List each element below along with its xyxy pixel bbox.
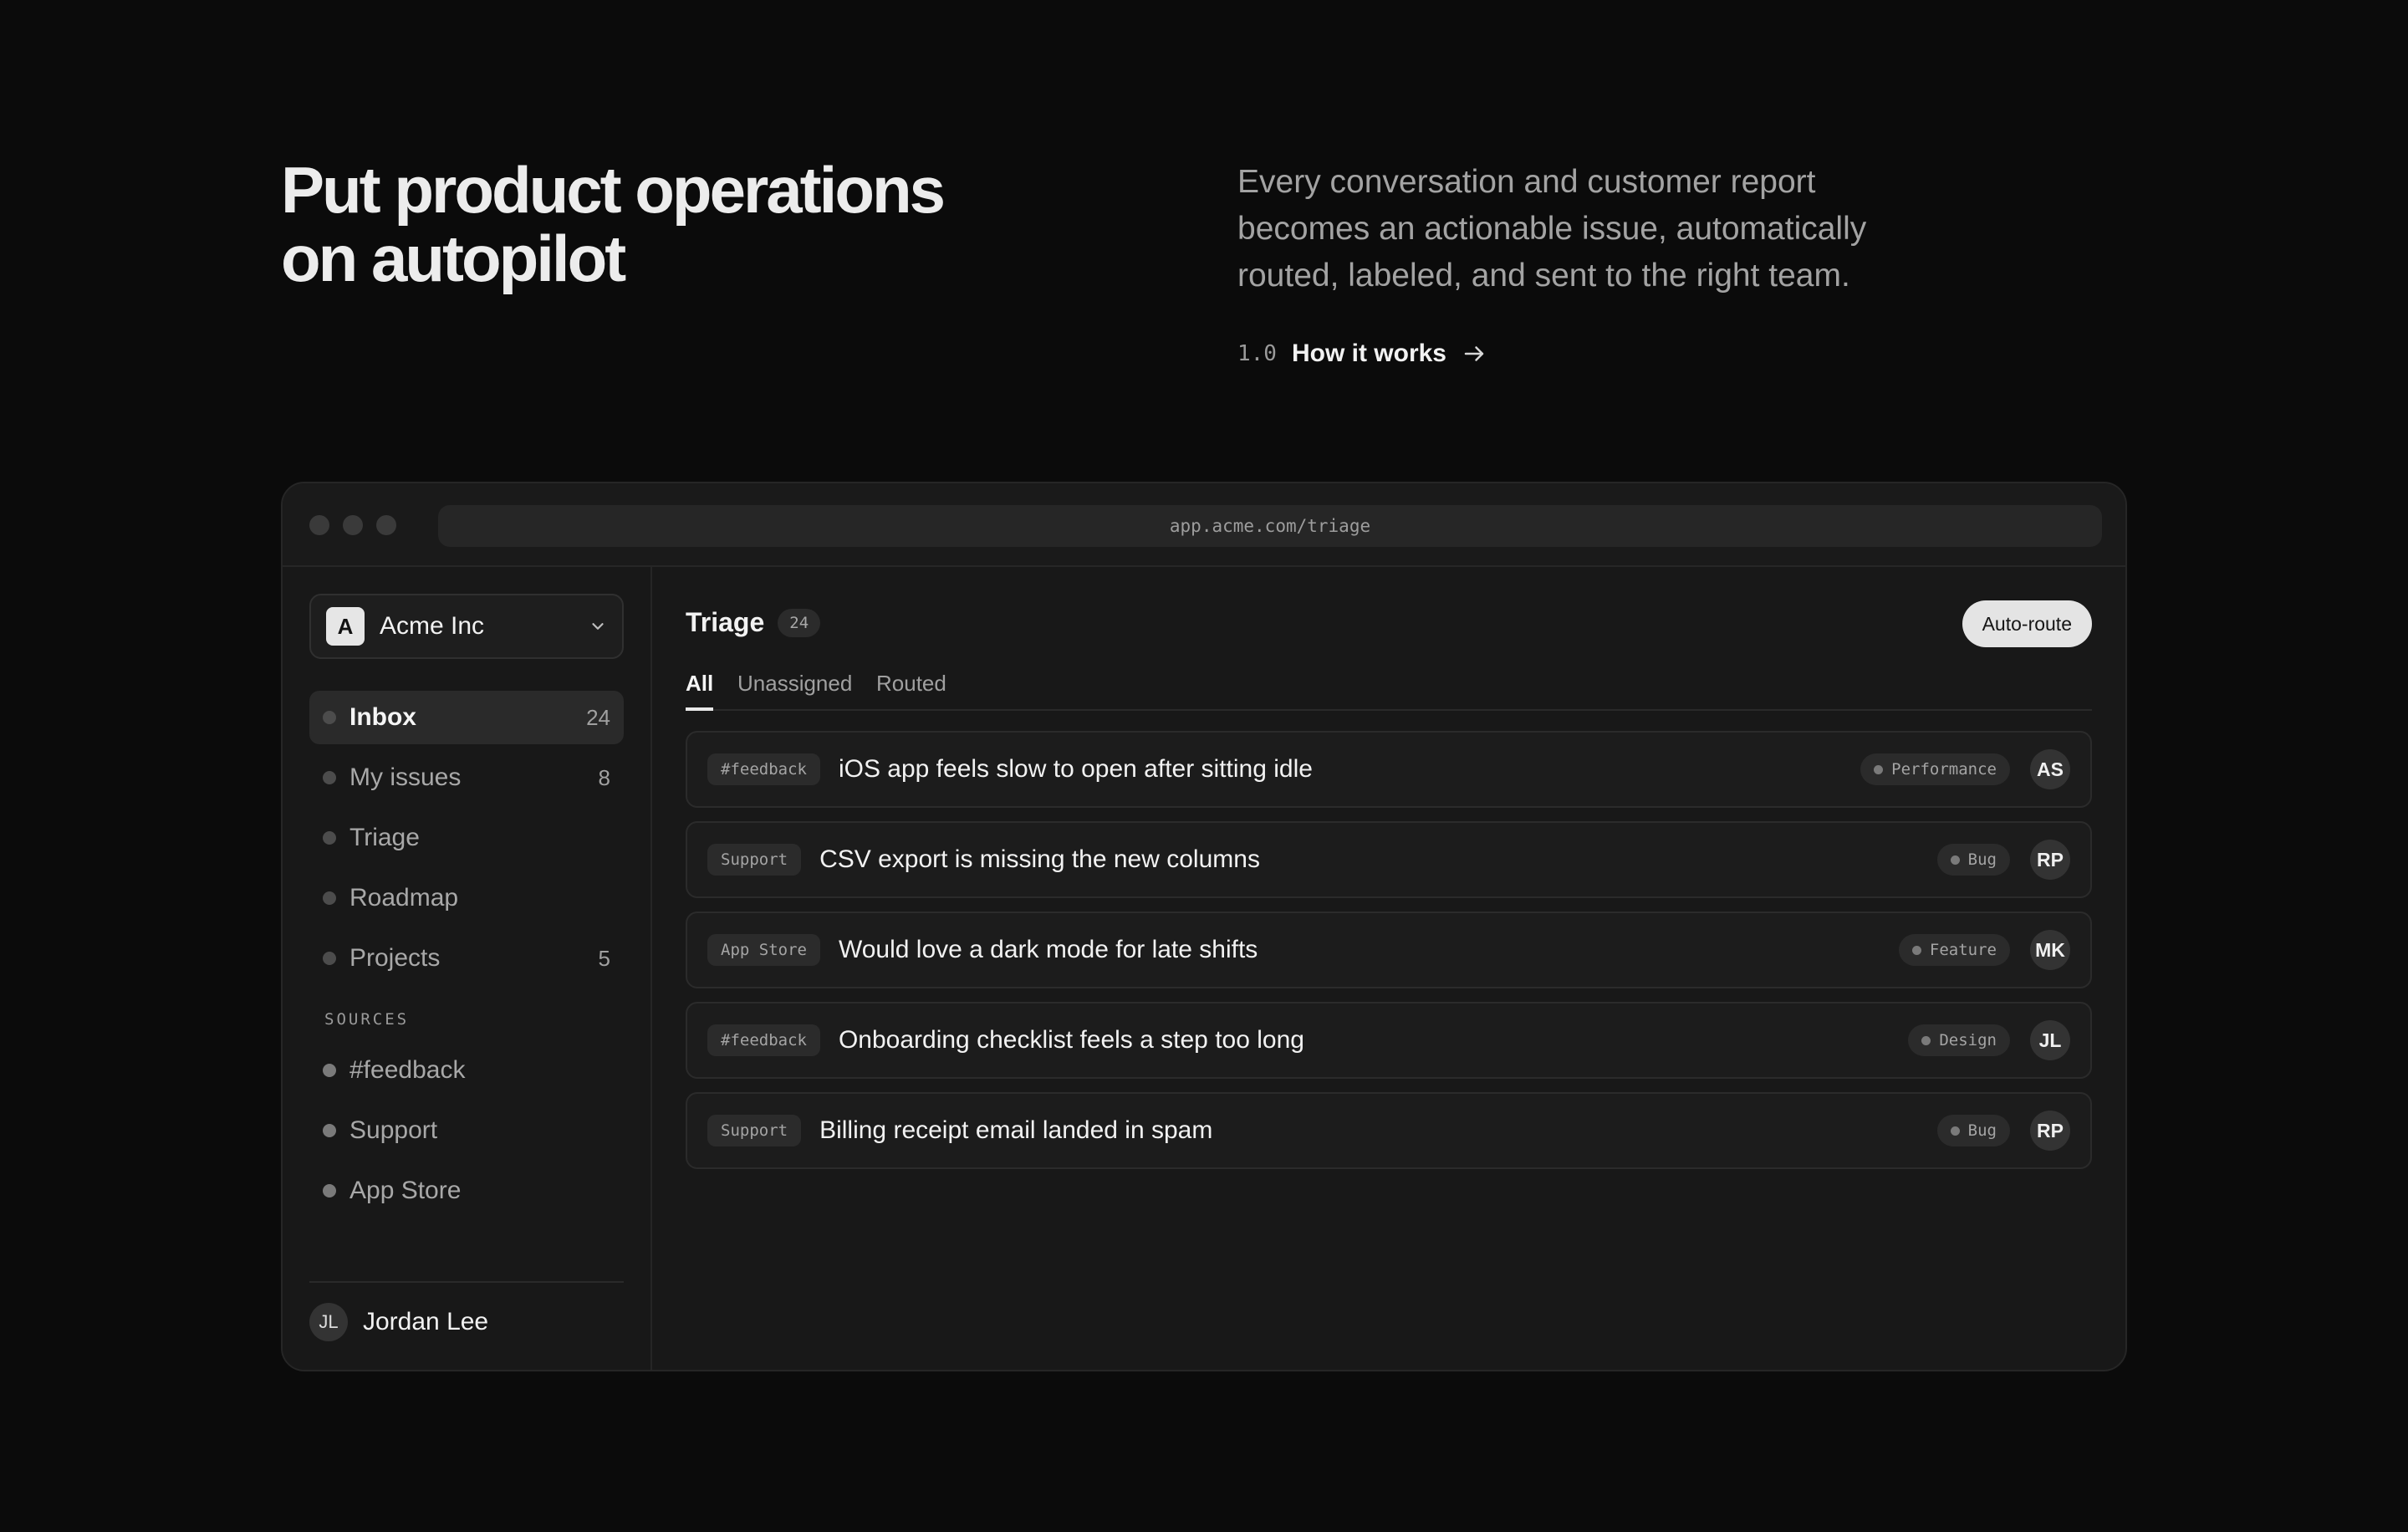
assignee-avatar[interactable]: JL: [2030, 1020, 2070, 1060]
label-tag[interactable]: Feature: [1898, 934, 2010, 966]
source-item-app-store[interactable]: App Store: [309, 1164, 624, 1218]
label-text: Bug: [1967, 850, 1997, 869]
hero-description: Every conversation and customer report b…: [1237, 164, 1867, 294]
sidebar-item-projects[interactable]: Projects 5: [309, 932, 624, 985]
dot-icon: [323, 711, 336, 724]
url-bar[interactable]: app.acme.com/triage: [438, 505, 2102, 547]
issue-title: Would love a dark mode for late shifts: [838, 936, 1258, 963]
assignee-avatar[interactable]: AS: [2030, 749, 2070, 789]
arrow-right-icon: [1464, 346, 1484, 361]
label-text: Feature: [1929, 941, 1997, 959]
sidebar-item-my-issues[interactable]: My issues 8: [309, 751, 624, 804]
page-title: Triage 24: [686, 607, 821, 638]
label-text: Bug: [1967, 1121, 1997, 1140]
label-tag[interactable]: Bug: [1936, 1115, 2010, 1146]
auto-route-button[interactable]: Auto-route: [1962, 600, 2092, 647]
source-item-support[interactable]: Support: [309, 1104, 624, 1157]
source-item-label: App Store: [349, 1177, 462, 1204]
label-tag[interactable]: Design: [1908, 1024, 2010, 1056]
count-badge: 24: [778, 608, 821, 637]
sidebar: A Acme Inc Inbox 24 My issues 8 Triage R…: [283, 567, 652, 1370]
window-titlebar: app.acme.com/triage: [283, 483, 2125, 567]
avatar: JL: [309, 1303, 348, 1341]
assignee-avatar[interactable]: RP: [2030, 840, 2070, 880]
dot-icon: [1874, 764, 1884, 774]
label-text: Design: [1939, 1031, 1997, 1049]
dot-icon: [323, 1184, 336, 1198]
user-name: Jordan Lee: [363, 1308, 489, 1335]
source-tag: #feedback: [707, 753, 820, 785]
dot-icon: [323, 771, 336, 784]
sidebar-item-label: Projects: [349, 944, 441, 972]
page-title-text: Triage: [686, 607, 765, 637]
sidebar-item-roadmap[interactable]: Roadmap: [309, 871, 624, 925]
sidebar-item-label: Inbox: [349, 703, 416, 731]
sidebar-item-count: 24: [586, 704, 610, 730]
assignee-avatar[interactable]: RP: [2030, 1111, 2070, 1151]
section-number: 1.0: [1237, 341, 1277, 366]
sidebar-item-label: Roadmap: [349, 884, 459, 912]
issue-row[interactable]: #feedback Onboarding checklist feels a s…: [686, 1002, 2092, 1079]
issue-row[interactable]: Support Billing receipt email landed in …: [686, 1092, 2092, 1169]
sidebar-item-triage[interactable]: Triage: [309, 811, 624, 865]
issue-list: #feedback iOS app feels slow to open aft…: [686, 731, 2092, 1182]
tab-all[interactable]: All: [686, 664, 714, 711]
source-item-label: #feedback: [349, 1056, 466, 1084]
hero-title-line-2: on autopilot: [281, 222, 626, 295]
issue-title: iOS app feels slow to open after sitting…: [838, 755, 1313, 783]
app-window: app.acme.com/triage A Acme Inc Inbox 24 …: [281, 482, 2127, 1371]
window-maximize-dot[interactable]: [376, 515, 396, 535]
chevron-down-icon: [592, 623, 604, 630]
label-text: Performance: [1891, 760, 1997, 779]
dot-icon: [323, 831, 336, 845]
sidebar-item-label: Triage: [349, 824, 420, 851]
tab-routed[interactable]: Routed: [876, 664, 946, 709]
issue-row[interactable]: Support CSV export is missing the new co…: [686, 821, 2092, 898]
dot-icon: [323, 1124, 336, 1137]
source-item-label: Support: [349, 1116, 438, 1144]
tab-bar: All Unassigned Routed: [686, 664, 2092, 711]
workspace-name: Acme Inc: [380, 612, 485, 640]
hero-title-line-1: Put product operations: [281, 153, 946, 227]
how-it-works-link[interactable]: 1.0 How it works: [1237, 340, 1487, 368]
sidebar-item-count: 5: [598, 945, 610, 971]
dot-icon: [323, 952, 336, 965]
triage-panel: Triage 24 Auto-route All Unassigned Rout…: [654, 567, 2125, 1370]
issue-title: Billing receipt email landed in spam: [819, 1116, 1213, 1144]
dot-icon: [323, 891, 336, 905]
dot-icon: [323, 1064, 336, 1077]
tab-unassigned[interactable]: Unassigned: [737, 664, 852, 709]
hero-title: Put product operations on autopilot: [281, 153, 946, 295]
source-tag: Support: [707, 844, 802, 876]
label-tag[interactable]: Bug: [1936, 844, 2010, 876]
issue-title: Onboarding checklist feels a step too lo…: [838, 1026, 1304, 1054]
source-item-feedback[interactable]: #feedback: [309, 1044, 624, 1097]
window-minimize-dot[interactable]: [343, 515, 363, 535]
dot-icon: [1950, 1126, 1960, 1136]
sources-list: #feedback Support App Store: [309, 1044, 624, 1224]
sidebar-item-inbox[interactable]: Inbox 24: [309, 691, 624, 744]
how-it-works-label: How it works: [1291, 340, 1446, 367]
issue-title: CSV export is missing the new columns: [819, 845, 1260, 873]
workspace-switcher[interactable]: A Acme Inc: [309, 594, 624, 659]
divider: [309, 1281, 624, 1283]
source-tag: Support: [707, 1115, 802, 1146]
sidebar-nav: Inbox 24 My issues 8 Triage Roadmap Proj…: [309, 691, 624, 992]
source-tag: App Store: [707, 934, 820, 966]
user-profile[interactable]: JL Jordan Lee: [309, 1303, 488, 1341]
label-tag[interactable]: Performance: [1860, 753, 2010, 785]
workspace-avatar: A: [326, 607, 365, 646]
sources-header: SOURCES: [324, 1010, 410, 1029]
source-tag: #feedback: [707, 1024, 820, 1056]
dot-icon: [1911, 945, 1921, 955]
sidebar-item-label: My issues: [349, 763, 462, 791]
window-close-dot[interactable]: [309, 515, 329, 535]
sidebar-item-count: 8: [598, 764, 610, 790]
assignee-avatar[interactable]: MK: [2030, 930, 2070, 970]
dot-icon: [1950, 855, 1960, 865]
issue-row[interactable]: App Store Would love a dark mode for lat…: [686, 912, 2092, 988]
dot-icon: [1921, 1035, 1931, 1045]
issue-row[interactable]: #feedback iOS app feels slow to open aft…: [686, 731, 2092, 808]
